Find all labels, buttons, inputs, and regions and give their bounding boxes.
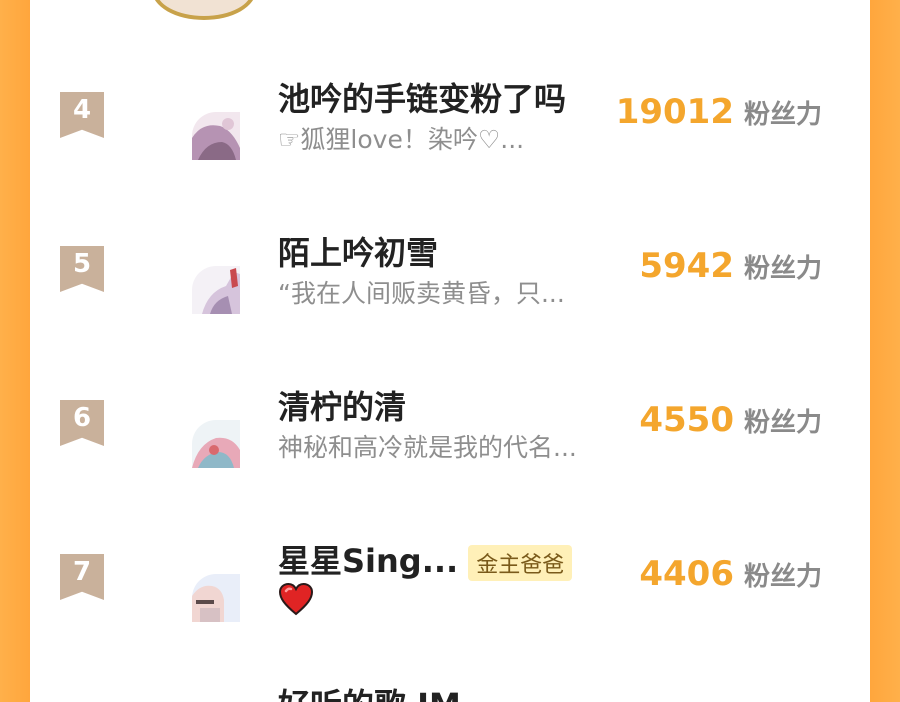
avatar[interactable] [152,0,256,20]
user-signature: ☞狐狸love！染吟♡... [278,125,525,154]
avatar-image [192,574,240,622]
list-item[interactable]: 6 清柠的清 神秘和高冷就是我的代名... 4550 粉丝力 [30,368,870,488]
rank-badge: 7 [60,554,104,600]
user-name[interactable]: 陌上吟初雪 [278,228,438,274]
fan-power-value: 5942 [639,246,734,286]
list-item[interactable]: 5 陌上吟初雪 “我在人间贩卖黄昏，只... 5942 粉丝力 [30,214,870,334]
fan-power: 19012 粉丝力 [616,92,822,132]
list-item[interactable]: 4 池吟的手链变粉了吗 ☞狐狸love！染吟♡... 19012 粉丝力 [30,60,870,180]
heart-icon [278,582,314,616]
user-signature: 神秘和高冷就是我的代名... [278,433,577,462]
user-signature: “我在人间贩卖黄昏，只... [278,279,565,308]
user-name-partial[interactable]: 好听的歌 JM [278,680,461,702]
list-item[interactable]: 7 星星Sing... 金主爸爸 4406 粉丝力 [30,522,870,642]
avatar-image [192,266,240,314]
fan-power: 5942 粉丝力 [639,246,822,286]
avatar[interactable] [192,574,240,622]
avatar-image [192,420,240,468]
fan-power-unit: 粉丝力 [743,408,822,438]
fan-power-unit: 粉丝力 [743,100,822,130]
fan-power-value: 4550 [639,400,734,440]
fan-power-value: 4406 [639,554,734,594]
user-name-text: 星星Sing... [278,542,459,580]
avatar[interactable] [192,266,240,314]
fan-power-value: 19012 [615,92,734,132]
fan-power-unit: 粉丝力 [743,254,822,284]
fan-power: 4550 粉丝力 [639,400,822,440]
rank-badge: 6 [60,400,104,446]
leaderboard-panel: 4 池吟的手链变粉了吗 ☞狐狸love！染吟♡... 19012 粉丝力 5 陌… [30,0,870,702]
user-name[interactable]: 清柠的清 [278,382,406,428]
avatar-image [192,112,240,160]
rank-badge: 4 [60,92,104,138]
user-name[interactable]: 池吟的手链变粉了吗 [278,74,566,120]
fan-power-unit: 粉丝力 [743,562,822,592]
rank-badge: 5 [60,246,104,292]
user-name[interactable]: 星星Sing... 金主爸爸 [278,536,573,582]
sponsor-badge: 金主爸爸 [468,545,573,581]
fan-power: 4406 粉丝力 [639,554,822,594]
avatar[interactable] [192,420,240,468]
avatar[interactable] [192,112,240,160]
